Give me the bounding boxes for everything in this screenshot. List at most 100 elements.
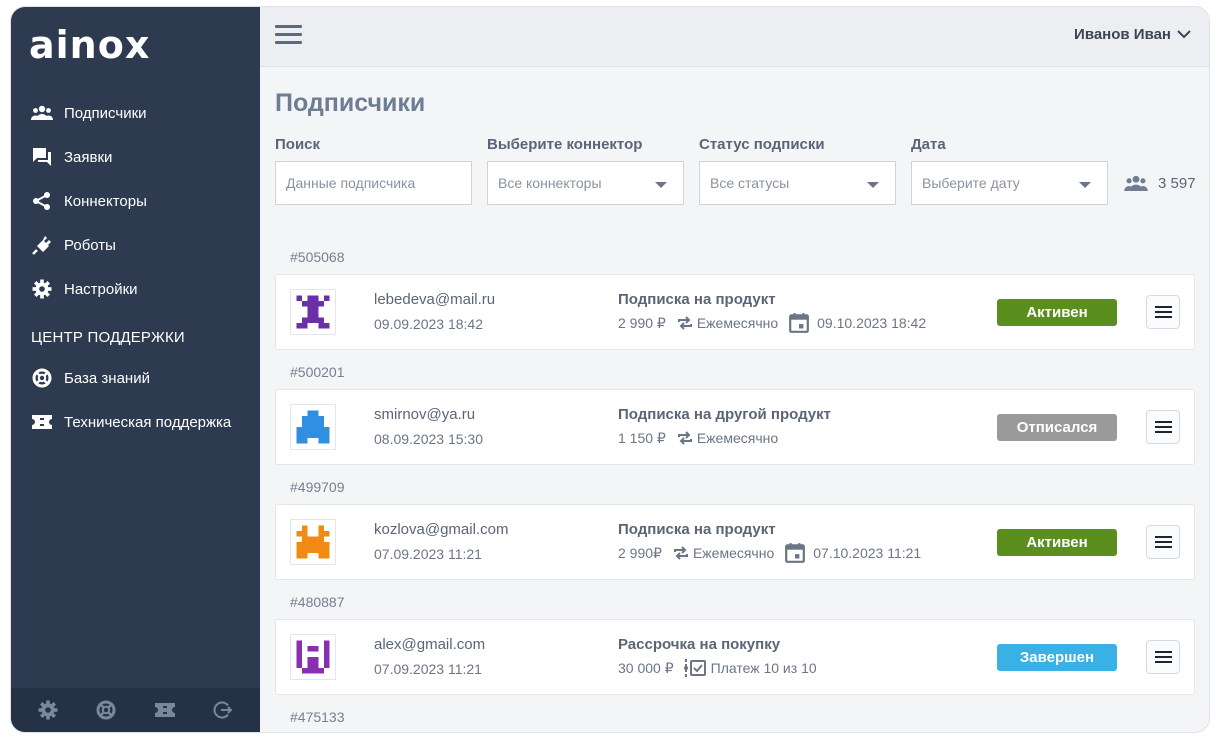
- subscriber-date: 09.09.2023 18:42: [374, 316, 483, 332]
- sidebar: ainox Подписчики Заявки Коннекторы Робот…: [11, 7, 260, 732]
- sidebar-item-tech-support[interactable]: Техническая поддержка: [11, 400, 260, 444]
- product-name: Подписка на другой продукт: [618, 406, 831, 423]
- caret-down-icon: [867, 182, 879, 188]
- sidebar-item-robots[interactable]: Роботы: [11, 223, 260, 267]
- support-nav: База знаний Техническая поддержка: [11, 356, 260, 444]
- period: Платеж 10 из 10: [710, 660, 817, 676]
- users-icon: [31, 102, 53, 124]
- calendar-icon: [785, 543, 806, 563]
- subscriber-email: alex@gmail.com: [374, 636, 486, 653]
- sidebar-item-knowledge-base[interactable]: База знаний: [11, 356, 260, 400]
- connector-select-value: Все коннекторы: [498, 175, 602, 191]
- subscription-details: 30 000 ₽ Платеж 10 из 10: [618, 658, 817, 678]
- row-menu-button[interactable]: [1146, 525, 1180, 559]
- sidebar-item-subscribers[interactable]: Подписчики: [11, 91, 260, 135]
- lifebuoy-icon: [31, 367, 53, 389]
- status-label: Статус подписки: [699, 136, 825, 153]
- caret-down-icon: [655, 182, 667, 188]
- support-section-title: ЦЕНТР ПОДДЕРЖКИ: [31, 329, 185, 346]
- subscription-id: #505068: [290, 249, 345, 265]
- row-menu-button[interactable]: [1146, 410, 1180, 444]
- sidebar-item-settings[interactable]: Настройки: [11, 267, 260, 311]
- row-menu-button[interactable]: [1146, 295, 1180, 329]
- subscriber-email: kozlova@gmail.com: [374, 521, 509, 538]
- sidebar-item-connectors[interactable]: Коннекторы: [11, 179, 260, 223]
- ticket-icon: [31, 411, 53, 433]
- app-logo[interactable]: ainox: [29, 25, 150, 65]
- subscriber-card[interactable]: kozlova@gmail.com 07.09.2023 11:21 Подпи…: [275, 504, 1195, 580]
- subscription-id: #475133: [290, 709, 345, 725]
- price: 30 000 ₽: [618, 659, 674, 676]
- subscription-details: 1 150 ₽ Ежемесячно: [618, 428, 778, 448]
- search-label: Поиск: [275, 136, 321, 153]
- period: Ежемесячно: [692, 545, 775, 561]
- app-window: ainox Подписчики Заявки Коннекторы Робот…: [11, 7, 1209, 732]
- connector-select[interactable]: Все коннекторы: [487, 161, 684, 205]
- product-name: Подписка на продукт: [618, 521, 776, 538]
- status-select[interactable]: Все статусы: [699, 161, 896, 205]
- status-select-value: Все статусы: [710, 175, 790, 191]
- top-bar: Иванов Иван: [260, 7, 1209, 67]
- status-badge[interactable]: Отписался: [997, 414, 1117, 441]
- period: Ежемесячно: [696, 430, 779, 446]
- gear-icon[interactable]: [36, 698, 60, 722]
- avatar: [290, 634, 336, 680]
- date-select[interactable]: Выберите дату: [911, 161, 1108, 205]
- ticket-icon[interactable]: [153, 698, 177, 722]
- subscriber-date: 08.09.2023 15:30: [374, 431, 483, 447]
- next-payment-date: 07.10.2023 11:21: [813, 545, 922, 561]
- chat-icon: [31, 146, 53, 168]
- user-menu[interactable]: Иванов Иван: [1074, 26, 1191, 43]
- subscriber-count-value: 3 597: [1158, 175, 1196, 192]
- user-name: Иванов Иван: [1074, 26, 1171, 43]
- product-name: Рассрочка на покупку: [618, 636, 781, 653]
- sidebar-item-label: Заявки: [64, 148, 113, 166]
- search-field: [275, 161, 472, 205]
- status-badge[interactable]: Активен: [997, 529, 1117, 556]
- subscriber-date: 07.09.2023 11:21: [374, 546, 482, 562]
- sidebar-item-label: Коннекторы: [64, 192, 147, 210]
- repeat-icon: [673, 546, 688, 560]
- subscription-details: 2 990₽ Ежемесячно 07.10.2023 11:21: [618, 543, 921, 563]
- subscription-id: #500201: [290, 364, 345, 380]
- price: 2 990₽: [618, 544, 662, 561]
- avatar: [290, 404, 336, 450]
- status-badge[interactable]: Активен: [997, 299, 1117, 326]
- date-select-value: Выберите дату: [922, 175, 1020, 191]
- subscriber-count: 3 597: [1124, 175, 1196, 192]
- gear-icon: [31, 278, 53, 300]
- subscriber-card[interactable]: lebedeva@mail.ru 09.09.2023 18:42 Подпис…: [275, 274, 1195, 350]
- sidebar-item-requests[interactable]: Заявки: [11, 135, 260, 179]
- sidebar-item-label: Подписчики: [64, 104, 147, 122]
- sidebar-item-label: Настройки: [64, 280, 138, 298]
- subscription-details: 2 990 ₽ Ежемесячно 09.10.2023 18:42: [618, 313, 926, 333]
- sidebar-item-label: Техническая поддержка: [64, 413, 232, 431]
- period: Ежемесячно: [696, 315, 779, 331]
- page-title: Подписчики: [275, 89, 426, 117]
- product-name: Подписка на продукт: [618, 291, 776, 308]
- menu-toggle-button[interactable]: [275, 25, 303, 47]
- subscriber-card[interactable]: smirnov@ya.ru 08.09.2023 15:30 Подписка …: [275, 389, 1195, 465]
- sidebar-nav: Подписчики Заявки Коннекторы Роботы Наст…: [11, 91, 260, 311]
- main-content: Подписчики Поиск Выберите коннектор Все …: [260, 67, 1209, 732]
- row-menu-button[interactable]: [1146, 640, 1180, 674]
- calendar-icon: [789, 313, 810, 333]
- logout-icon[interactable]: [211, 698, 235, 722]
- subscriber-email: smirnov@ya.ru: [374, 406, 476, 423]
- subscriber-date: 07.09.2023 11:21: [374, 661, 482, 677]
- repeat-icon: [677, 431, 692, 445]
- users-icon: [1124, 175, 1148, 191]
- chevron-down-icon: [1177, 30, 1191, 39]
- subscriber-card[interactable]: alex@gmail.com 07.09.2023 11:21 Рассрочк…: [275, 619, 1195, 695]
- status-badge[interactable]: Завершен: [997, 644, 1117, 671]
- lifebuoy-icon[interactable]: [94, 698, 118, 722]
- date-label: Дата: [911, 136, 946, 153]
- sidebar-footer: [11, 688, 260, 732]
- sidebar-item-label: База знаний: [64, 369, 150, 387]
- repeat-icon: [677, 316, 692, 330]
- search-input[interactable]: [286, 175, 461, 191]
- subscriber-email: lebedeva@mail.ru: [374, 291, 496, 308]
- price: 1 150 ₽: [618, 429, 666, 446]
- sidebar-item-label: Роботы: [64, 236, 116, 254]
- caret-down-icon: [1079, 182, 1091, 188]
